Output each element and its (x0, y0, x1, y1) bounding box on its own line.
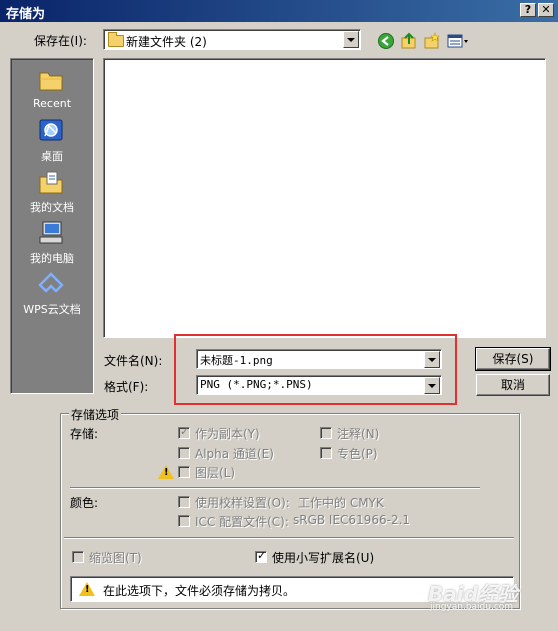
proof-label: 使用校样设置(O): (195, 496, 290, 510)
warning-icon: ! (158, 465, 174, 479)
layers-label: 图层(L) (195, 466, 236, 480)
view-menu-icon[interactable] (447, 32, 471, 50)
notes-label: 注释(N) (337, 427, 380, 441)
folder-icon (108, 32, 124, 47)
place-wps-cloud[interactable]: WPS云文档 (11, 267, 93, 317)
icc-label: ICC 配置文件(C): (195, 515, 289, 529)
watermark-url: jingyan.baidu.com (430, 602, 514, 612)
place-documents[interactable]: 我的文档 (11, 165, 93, 215)
place-label: 我的电脑 (30, 252, 74, 265)
place-label: 我的文档 (30, 201, 74, 214)
wps-cloud-icon (38, 272, 64, 293)
separator (70, 487, 480, 489)
window-title: 存储为 (6, 7, 46, 22)
filename-label: 文件名(N): (104, 354, 163, 368)
place-label: WPS云文档 (23, 303, 81, 316)
group-title: 存储选项 (69, 406, 122, 423)
lowercase-ext-checkbox[interactable] (255, 549, 267, 563)
thumbnail-checkbox[interactable] (72, 551, 84, 563)
as-copy-checkbox[interactable] (178, 425, 190, 439)
place-desktop[interactable]: 桌面 (11, 114, 93, 164)
notes-checkbox[interactable] (320, 427, 332, 439)
new-folder-icon[interactable] (423, 32, 441, 50)
place-recent[interactable]: Recent (11, 63, 93, 113)
note-text: 在此选项下，文件必须存储为拷贝。 (103, 584, 296, 598)
spot-label: 专色(P) (337, 447, 378, 461)
places-bar: Recent 桌面 我的文档 我的电脑 WPS云文档 (10, 58, 94, 394)
place-computer[interactable]: 我的电脑 (11, 216, 93, 266)
warning-icon: ! (79, 582, 95, 596)
proof-value: 工作中的 CMYK (298, 496, 384, 510)
lookin-dropdown[interactable]: 新建文件夹 (2) (103, 29, 361, 50)
proof-checkbox[interactable] (178, 496, 190, 508)
up-folder-icon[interactable] (400, 32, 418, 50)
desktop-icon (39, 119, 63, 141)
lookin-value: 新建文件夹 (2) (126, 35, 207, 49)
as-copy-label: 作为副本(Y) (195, 427, 260, 441)
spot-checkbox[interactable] (320, 447, 332, 459)
alpha-checkbox[interactable] (178, 447, 190, 459)
cancel-button[interactable]: 取消 (476, 374, 550, 396)
color-label: 颜色: (70, 496, 99, 510)
computer-icon (39, 221, 63, 244)
icc-checkbox[interactable] (178, 515, 190, 527)
thumbnail-label: 缩览图(T) (89, 551, 142, 565)
help-button[interactable]: ? (520, 3, 536, 17)
close-button[interactable]: ✕ (538, 3, 554, 17)
highlight-box (174, 334, 457, 405)
layers-checkbox[interactable] (178, 466, 190, 478)
separator (64, 537, 514, 539)
save-button[interactable]: 保存(S) (475, 347, 551, 371)
place-label: 桌面 (41, 150, 63, 163)
lowercase-ext-label: 使用小写扩展名(U) (272, 551, 375, 565)
title-bar[interactable]: 存储为 ? ✕ (0, 0, 558, 22)
alpha-label: Alpha 通道(E) (195, 447, 274, 461)
chevron-down-icon[interactable] (343, 31, 359, 48)
back-icon[interactable] (377, 32, 395, 50)
place-label: Recent (32, 97, 72, 110)
recent-folder-icon (39, 72, 63, 91)
lookin-label: 保存在(I): (34, 34, 87, 48)
file-list[interactable] (103, 58, 546, 338)
documents-folder-icon (39, 171, 63, 194)
format-label: 格式(F): (104, 380, 149, 394)
storage-label: 存储: (70, 427, 99, 441)
icc-value: sRGB IEC61966-2.1 (293, 513, 411, 527)
